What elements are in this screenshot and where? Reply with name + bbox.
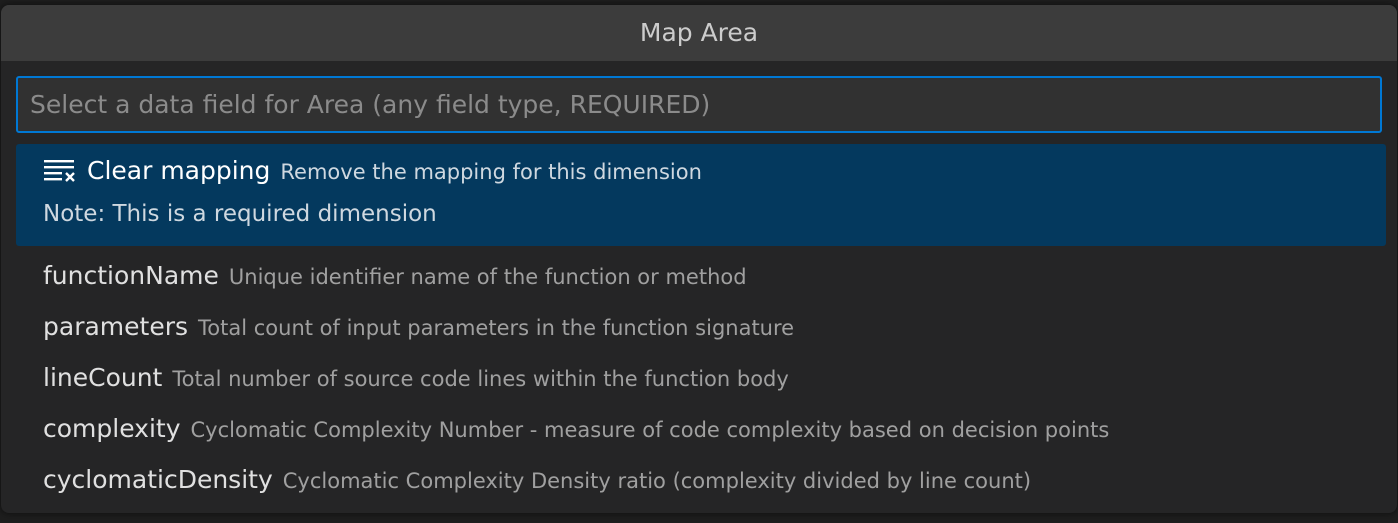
clear-mapping-detail: Note: This is a required dimension <box>43 201 437 227</box>
list-item-complexity[interactable]: complexity Cyclomatic Complexity Number -… <box>16 403 1386 454</box>
list-item-label: functionName <box>43 261 219 290</box>
list-item-description: Unique identifier name of the function o… <box>228 265 747 289</box>
list-item-functionName[interactable]: functionName Unique identifier name of th… <box>16 250 1386 301</box>
quick-pick-input-box[interactable] <box>16 76 1382 133</box>
list-item-label: cyclomaticDensity <box>43 465 273 494</box>
list-item-parameters[interactable]: parameters Total count of input parameter… <box>16 301 1386 352</box>
quick-pick-list: Clear mapping Remove the mapping for this… <box>16 144 1386 505</box>
list-item-description: Cyclomatic Complexity Number - measure o… <box>190 418 1110 442</box>
quick-pick-input[interactable] <box>18 78 1380 131</box>
editor-partial-code <box>40 513 440 523</box>
quick-pick-panel: Map Area Clear mapping Remove the mapping… <box>1 5 1397 513</box>
list-item-label: complexity <box>43 414 181 443</box>
list-item-description: Total number of source code lines within… <box>172 367 789 391</box>
list-item-cyclomaticDensity[interactable]: cyclomaticDensity Cyclomatic Complexity D… <box>16 454 1386 505</box>
list-item-lineCount[interactable]: lineCount Total number of source code lin… <box>16 352 1386 403</box>
clear-all-icon <box>44 160 75 182</box>
clear-mapping-description: Remove the mapping for this dimension <box>280 160 702 184</box>
list-item-label: lineCount <box>43 363 163 392</box>
clear-mapping-item[interactable]: Clear mapping Remove the mapping for this… <box>16 144 1386 246</box>
clear-mapping-label: Clear mapping <box>87 156 271 185</box>
list-item-description: Total count of input parameters in the f… <box>198 316 795 340</box>
list-item-description: Cyclomatic Complexity Density ratio (com… <box>282 469 1032 493</box>
list-item-label: parameters <box>43 312 189 341</box>
quick-pick-title: Map Area <box>1 5 1397 61</box>
